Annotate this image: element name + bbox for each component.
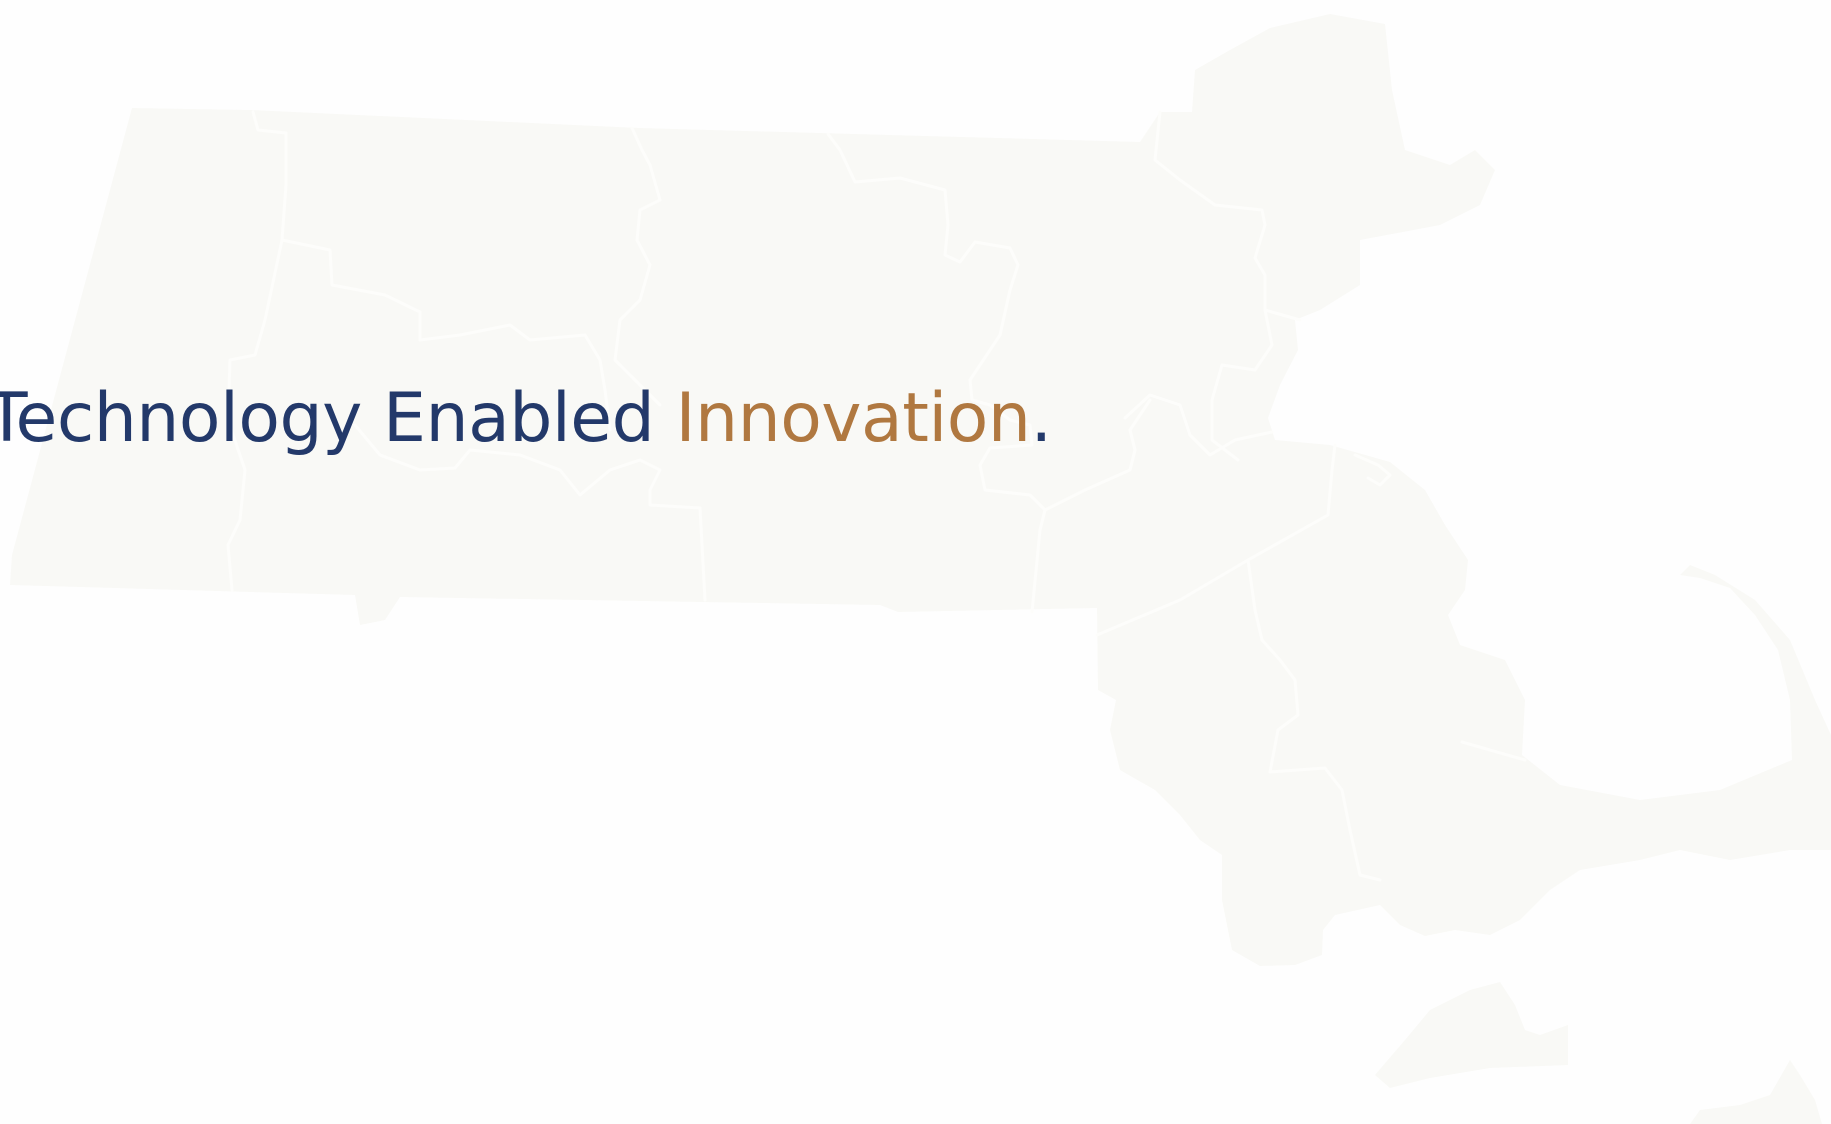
map-island-east xyxy=(1690,1060,1822,1124)
map-mainland xyxy=(10,14,1831,966)
massachusetts-map-icon xyxy=(10,14,1831,1124)
slide: Technology Enabled Innovation. xyxy=(0,0,1831,1124)
tagline-lead: Technology Enabled xyxy=(0,379,676,458)
tagline-accent: Innovation xyxy=(675,379,1031,458)
map-island-west xyxy=(1375,982,1568,1088)
tagline: Technology Enabled Innovation. xyxy=(0,378,1052,460)
tagline-period: . xyxy=(1030,379,1052,458)
